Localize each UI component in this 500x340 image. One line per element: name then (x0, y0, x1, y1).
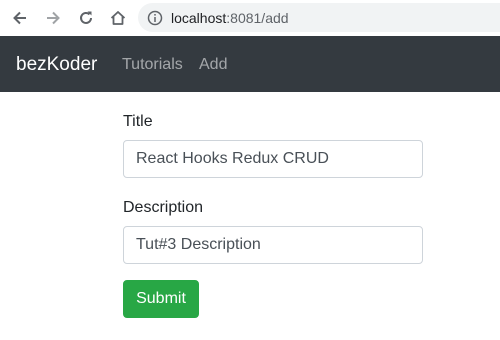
app-navbar: bezKoder Tutorials Add (0, 36, 500, 92)
browser-toolbar: localhost:8081/add (0, 0, 500, 36)
url-path: :8081/add (226, 9, 289, 26)
address-bar[interactable]: localhost:8081/add (138, 3, 500, 32)
brand-logo-link[interactable]: bezKoder (16, 53, 97, 77)
reload-icon[interactable] (74, 6, 98, 30)
title-input[interactable] (123, 140, 423, 178)
url-host: localhost (171, 9, 227, 26)
nav-link-tutorials[interactable]: Tutorials (122, 55, 183, 75)
title-label: Title (123, 113, 153, 130)
info-icon[interactable] (147, 10, 163, 26)
url-text: localhost:8081/add (171, 10, 289, 26)
submit-button[interactable]: Submit (123, 280, 199, 318)
back-arrow-icon[interactable] (8, 6, 32, 30)
description-input[interactable] (123, 226, 423, 264)
nav-link-add[interactable]: Add (199, 55, 227, 75)
description-label: Description (123, 199, 204, 216)
forward-arrow-icon[interactable] (41, 6, 65, 30)
home-icon[interactable] (106, 6, 130, 30)
